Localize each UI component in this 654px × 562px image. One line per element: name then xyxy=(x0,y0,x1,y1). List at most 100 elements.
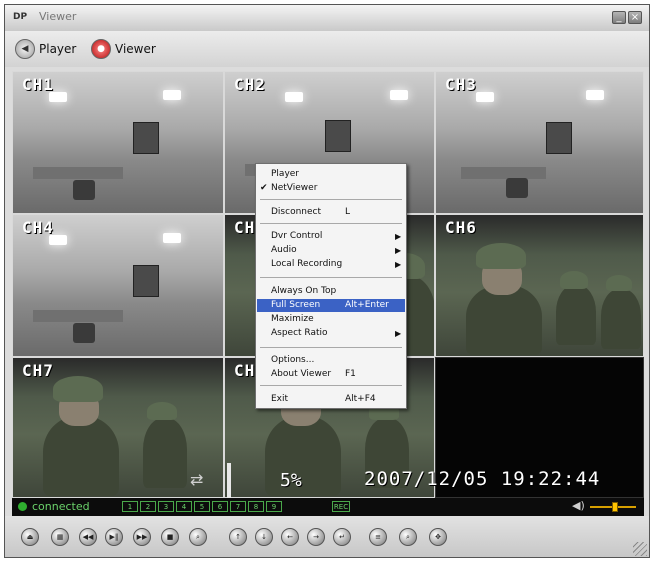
stop-button[interactable]: ■ xyxy=(161,528,179,546)
menu-item-player[interactable]: Player xyxy=(257,168,405,181)
title-bar[interactable]: DP Viewer _ × xyxy=(5,5,649,31)
pan-right-button[interactable]: → xyxy=(307,528,325,546)
eject-button[interactable]: ⏏ xyxy=(21,528,39,546)
arrow-right-icon: → xyxy=(313,533,319,541)
control-toolbar: ⏏ ▦ ◀◀ ▶‖ ▶▶ ■ ⌕ ↑ ↓ ← → ↵ ≡ ⌕ ✥ xyxy=(5,516,649,557)
channel-indicator[interactable]: 7 xyxy=(230,501,246,512)
volume-knob[interactable] xyxy=(612,502,618,512)
channel-cell-1[interactable]: CH1 xyxy=(12,71,224,214)
menu-button[interactable]: ≡ xyxy=(369,528,387,546)
menu-item-full-screen[interactable]: Full Screen Alt+Enter xyxy=(257,299,405,312)
grid-icon: ▦ xyxy=(56,533,64,541)
menu-item-label: NetViewer xyxy=(271,183,318,193)
arrow-left-icon: ← xyxy=(287,533,293,541)
minimize-button[interactable]: _ xyxy=(612,11,626,24)
player-mode-label: Player xyxy=(39,42,77,56)
menu-separator xyxy=(260,385,402,386)
arrow-down-icon: ↓ xyxy=(261,533,267,541)
menu-item-label: Local Recording xyxy=(271,259,343,269)
channel-label: CH6 xyxy=(445,218,477,237)
menu-icon: ≡ xyxy=(375,533,381,541)
speaker-icon[interactable]: ◀) xyxy=(572,499,585,512)
enter-button[interactable]: ↵ xyxy=(333,528,351,546)
player-mode-button[interactable]: ◀ Player xyxy=(15,38,76,60)
channel-cell-4[interactable]: CH4 xyxy=(12,214,224,357)
menu-item-audio[interactable]: Audio ▶ xyxy=(257,244,405,257)
menu-item-exit[interactable]: Exit Alt+F4 xyxy=(257,393,405,406)
menu-item-always-on-top[interactable]: Always On Top xyxy=(257,285,405,298)
viewer-window: DP Viewer _ × ◀ Player ● Viewer CH1 CH2 … xyxy=(4,4,650,558)
menu-item-dvr-control[interactable]: Dvr Control ▶ xyxy=(257,230,405,243)
menu-item-about-viewer[interactable]: About Viewer F1 xyxy=(257,368,405,381)
search-button[interactable]: ⌕ xyxy=(399,528,417,546)
menu-item-options[interactable]: Options... xyxy=(257,354,405,367)
zoom-button[interactable]: ⌕ xyxy=(189,528,207,546)
submenu-arrow-icon: ▶ xyxy=(395,232,402,241)
connected-icon xyxy=(18,502,27,511)
pan-up-button[interactable]: ↑ xyxy=(229,528,247,546)
menu-item-label: Always On Top xyxy=(271,286,337,296)
app-icon: DP xyxy=(13,12,28,22)
channel-label: CH2 xyxy=(234,75,266,94)
channel-indicator[interactable]: 4 xyxy=(176,501,192,512)
channel-cell-6[interactable]: CH6 xyxy=(435,214,644,357)
channel-indicator[interactable]: 5 xyxy=(194,501,210,512)
submenu-arrow-icon: ▶ xyxy=(395,260,402,269)
channel-indicator[interactable]: 1 xyxy=(122,501,138,512)
play-pause-button[interactable]: ▶‖ xyxy=(105,528,123,546)
channel-label: CH1 xyxy=(22,75,54,94)
menu-item-netviewer[interactable]: ✔ NetViewer xyxy=(257,182,405,195)
menu-item-label: Full Screen xyxy=(271,300,321,310)
menu-separator xyxy=(260,223,402,224)
menu-item-shortcut: Alt+Enter xyxy=(345,300,389,310)
stop-icon: ■ xyxy=(166,533,174,541)
menu-item-label: Exit xyxy=(271,394,289,404)
menu-separator xyxy=(260,277,402,278)
menu-item-local-recording[interactable]: Local Recording ▶ xyxy=(257,258,405,271)
channel-indicators: 1 2 3 4 5 6 7 8 9 xyxy=(122,501,284,512)
menu-item-label: Dvr Control xyxy=(271,231,323,241)
context-menu: Player ✔ NetViewer Disconnect L Dvr Control ▶ A… xyxy=(255,163,407,409)
play-pause-icon: ▶‖ xyxy=(109,533,119,541)
window-title: Viewer xyxy=(39,10,77,23)
search-icon: ⌕ xyxy=(406,533,410,541)
menu-item-shortcut: F1 xyxy=(345,369,356,379)
menu-item-disconnect[interactable]: Disconnect L xyxy=(257,206,405,219)
arrow-up-icon: ↑ xyxy=(235,533,241,541)
menu-item-label: Maximize xyxy=(271,314,314,324)
menu-item-label: Disconnect xyxy=(271,207,321,217)
drag-cursor xyxy=(227,463,231,498)
grid-button[interactable]: ▦ xyxy=(51,528,69,546)
menu-item-label: Options... xyxy=(271,355,315,365)
viewer-icon: ● xyxy=(91,39,111,59)
fast-forward-icon: ▶▶ xyxy=(136,533,148,541)
viewer-mode-button[interactable]: ● Viewer xyxy=(91,38,156,60)
fast-forward-button[interactable]: ▶▶ xyxy=(133,528,151,546)
ptz-button[interactable]: ✥ xyxy=(429,528,447,546)
channel-indicator[interactable]: 9 xyxy=(266,501,282,512)
pan-left-button[interactable]: ← xyxy=(281,528,299,546)
menu-item-label: Audio xyxy=(271,245,297,255)
menu-item-shortcut: L xyxy=(345,207,351,217)
rewind-button[interactable]: ◀◀ xyxy=(79,528,97,546)
menu-item-label: About Viewer xyxy=(271,369,332,379)
menu-item-shortcut: Alt+F4 xyxy=(345,394,376,404)
close-button[interactable]: × xyxy=(628,11,642,24)
channel-label: CH7 xyxy=(22,361,54,380)
channel-indicator[interactable]: 8 xyxy=(248,501,264,512)
channel-indicator[interactable]: 2 xyxy=(140,501,156,512)
channel-cell-3[interactable]: CH3 xyxy=(435,71,644,214)
submenu-arrow-icon: ▶ xyxy=(395,329,402,338)
connection-status: connected xyxy=(32,500,90,513)
menu-item-aspect-ratio[interactable]: Aspect Ratio ▶ xyxy=(257,327,405,340)
channel-label: CH3 xyxy=(445,75,477,94)
resize-grip[interactable] xyxy=(633,542,647,556)
swap-arrows-icon: ⇄ xyxy=(190,470,204,489)
submenu-arrow-icon: ▶ xyxy=(395,246,402,255)
channel-indicator[interactable]: 3 xyxy=(158,501,174,512)
menu-item-maximize[interactable]: Maximize xyxy=(257,313,405,326)
channel-label: CH4 xyxy=(22,218,54,237)
pan-down-button[interactable]: ↓ xyxy=(255,528,273,546)
menu-separator xyxy=(260,199,402,200)
channel-indicator[interactable]: 6 xyxy=(212,501,228,512)
